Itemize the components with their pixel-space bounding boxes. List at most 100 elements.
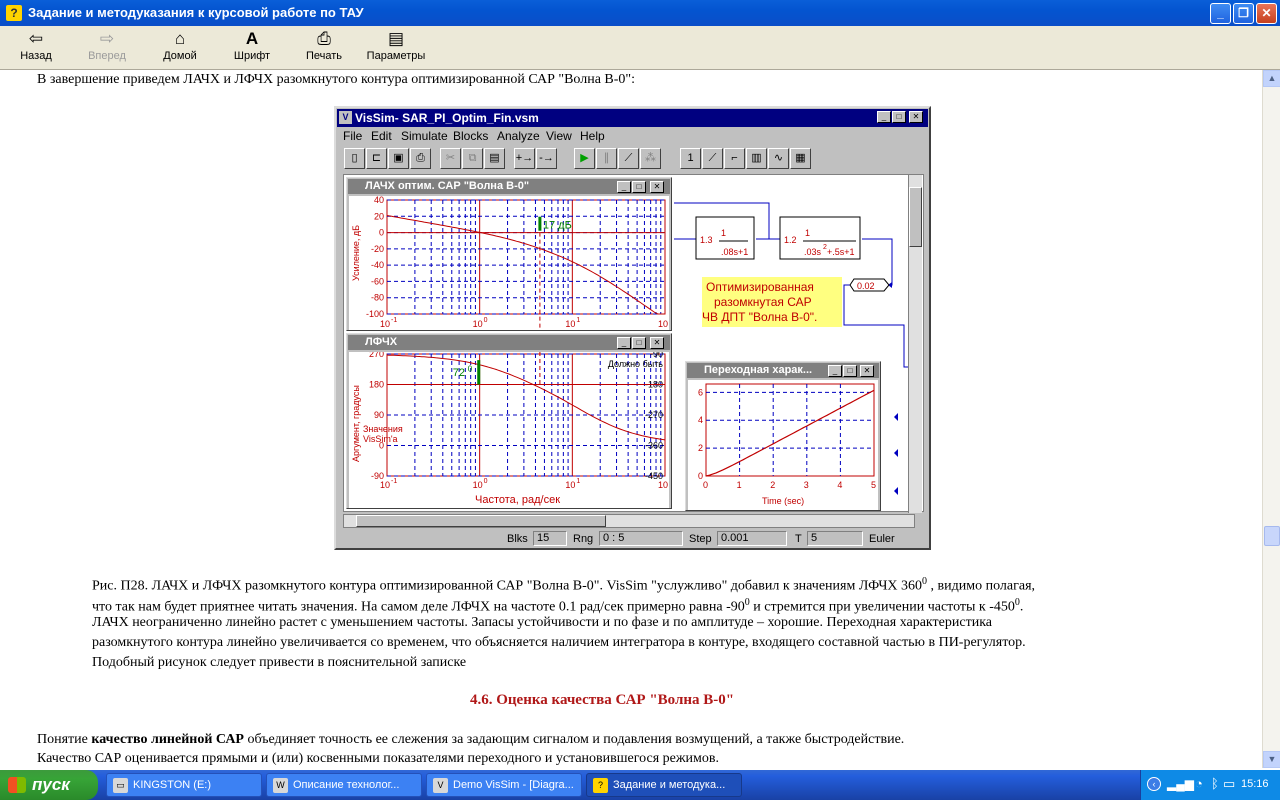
- content-scrollbar[interactable]: ▲ ▼: [1262, 70, 1280, 768]
- menu-simulate[interactable]: Simulate: [401, 129, 448, 143]
- monitor-icon[interactable]: ▭: [1223, 776, 1235, 792]
- open-folder-icon[interactable]: ⊏: [366, 148, 387, 169]
- close-button[interactable]: ✕: [1256, 3, 1277, 24]
- scroll-thumb[interactable]: [1264, 526, 1280, 546]
- phase-close-button[interactable]: ✕: [650, 337, 664, 349]
- diagram-note-line-2: разомкнутая САР: [714, 295, 812, 309]
- home-button[interactable]: ⌂ Домой: [148, 28, 212, 68]
- copy-icon[interactable]: ⧉: [462, 148, 483, 169]
- task-kingston[interactable]: ▭ KINGSTON (E:): [106, 773, 262, 797]
- figure-caption-line-5: Подобный рисунок следует привести в пояс…: [92, 655, 467, 670]
- mag-close-button[interactable]: ✕: [650, 181, 664, 193]
- vissim-minimize-button[interactable]: _: [877, 111, 891, 123]
- save-disk-icon[interactable]: ▣: [388, 148, 409, 169]
- cut-icon[interactable]: ✂: [440, 148, 461, 169]
- task-help[interactable]: ? Задание и методука...: [586, 773, 742, 797]
- step-close-button[interactable]: ✕: [860, 365, 874, 377]
- task-vissim[interactable]: V Demo VisSim - [Diagra...: [426, 773, 582, 797]
- task-description[interactable]: W Описание технолог...: [266, 773, 422, 797]
- intro-text: В завершение приведем ЛАЧХ и ЛФЧХ разомк…: [37, 72, 636, 87]
- paste-icon[interactable]: ▤: [484, 148, 505, 169]
- block-tf2-gain: 1.2: [784, 235, 797, 245]
- y-tick-label: 90: [374, 410, 384, 420]
- x-tick-label: 0: [703, 480, 708, 490]
- menu-file[interactable]: File: [343, 129, 362, 143]
- block-plot-icon[interactable]: ∿: [768, 148, 789, 169]
- step-icon[interactable]: ⟋: [618, 148, 639, 169]
- print-button[interactable]: ⎙ Печать: [292, 28, 356, 68]
- y-axis-label: Аргумент, градусы: [351, 385, 361, 462]
- y-tick-label: 180: [369, 380, 384, 390]
- forward-button[interactable]: ⇨ Вперед: [75, 28, 139, 68]
- add-connector-icon[interactable]: +→: [514, 148, 535, 169]
- x-tick-exponent: 1: [576, 478, 580, 485]
- taskbar: пуск ▭ KINGSTON (E:) W Описание технолог..…: [0, 770, 1280, 800]
- status-t-label: T: [795, 533, 802, 545]
- vissim-close-button[interactable]: ✕: [909, 111, 923, 123]
- mag-max-button[interactable]: □: [632, 181, 646, 193]
- task-help-label: Задание и методука...: [613, 779, 726, 791]
- y-tick-label: -60: [371, 276, 384, 286]
- block-tf1-gain: 1.3: [700, 235, 713, 245]
- step-max-button[interactable]: □: [843, 365, 857, 377]
- maximize-button[interactable]: ❐: [1233, 3, 1254, 24]
- font-label: Шрифт: [233, 50, 271, 62]
- right-tick-label: -360: [645, 441, 663, 451]
- tray-expand-icon[interactable]: ‹: [1147, 777, 1161, 791]
- menu-help[interactable]: Help: [580, 129, 605, 143]
- section-heading: 4.6. Оценка качества САР "Волна В-0": [470, 692, 735, 708]
- y-tick-label: 4: [698, 415, 703, 425]
- block-step-icon[interactable]: ⌐: [724, 148, 745, 169]
- run-simulation-icon[interactable]: ▶: [574, 148, 595, 169]
- gain-margin-label: 17 дБ: [543, 220, 572, 232]
- block-ramp-icon[interactable]: ⟋: [702, 148, 723, 169]
- bode-magnitude-window: ЛАЧХ оптим. САР "Волна В-0" _ □ ✕ 40 20 0-…: [346, 177, 672, 331]
- workspace-vscroll-thumb[interactable]: [909, 187, 922, 247]
- document-icon: W: [273, 778, 288, 793]
- block-table-icon[interactable]: ▦: [790, 148, 811, 169]
- block-const-icon[interactable]: 1: [680, 148, 701, 169]
- reset-icon[interactable]: ⁂: [640, 148, 661, 169]
- para1-bold: качество линейной САР: [91, 732, 244, 747]
- step-min-button[interactable]: _: [828, 365, 842, 377]
- mag-min-button[interactable]: _: [617, 181, 631, 193]
- block-meter-icon[interactable]: ▥: [746, 148, 767, 169]
- workspace-hscroll[interactable]: [343, 514, 915, 528]
- options-button[interactable]: ▤ Параметры: [364, 28, 428, 68]
- volume-icon[interactable]: ◔: [1195, 776, 1203, 791]
- phase-margin-sup: 0: [468, 365, 473, 374]
- font-button[interactable]: A Шрифт: [220, 28, 284, 68]
- print-icon[interactable]: ⎙: [410, 148, 431, 169]
- y-tick-label: -80: [371, 293, 384, 303]
- back-button[interactable]: ⇦ Назад: [4, 28, 68, 68]
- home-icon: ⌂: [174, 29, 186, 48]
- workspace-hscroll-thumb[interactable]: [356, 515, 606, 527]
- help-icon: ?: [593, 778, 608, 793]
- input-arrow-3: [894, 487, 898, 495]
- remove-connector-icon[interactable]: -→: [536, 148, 557, 169]
- scroll-down-arrow[interactable]: ▼: [1263, 751, 1280, 768]
- network-signal-icon[interactable]: ▂▄▆: [1167, 777, 1194, 791]
- scroll-up-arrow[interactable]: ▲: [1263, 70, 1280, 87]
- forward-label: Вперед: [88, 50, 126, 62]
- x-tick-label: 5: [871, 480, 876, 490]
- workspace-vscroll[interactable]: [908, 175, 922, 513]
- phase-max-button[interactable]: □: [632, 337, 646, 349]
- status-rng-value: 0 : 5: [599, 531, 683, 546]
- pause-icon[interactable]: ∥: [596, 148, 617, 169]
- y-tick-label: 40: [374, 196, 384, 205]
- menu-view[interactable]: View: [546, 129, 572, 143]
- minimize-button[interactable]: _: [1210, 3, 1231, 24]
- x-tick-label: 1: [737, 480, 742, 490]
- bluetooth-icon[interactable]: ᛒ: [1211, 776, 1219, 791]
- block-tf1-num: 1: [721, 228, 726, 238]
- vissim-maximize-button[interactable]: □: [892, 111, 906, 123]
- menu-edit[interactable]: Edit: [371, 129, 392, 143]
- start-button[interactable]: пуск: [0, 770, 98, 800]
- new-file-icon[interactable]: ▯: [344, 148, 365, 169]
- gain-margin-bar: [538, 216, 542, 231]
- para1-c: объединяет точность ее слежения за задаю…: [243, 732, 905, 747]
- menu-blocks[interactable]: Blocks: [453, 129, 488, 143]
- menu-analyze[interactable]: Analyze: [497, 129, 540, 143]
- phase-min-button[interactable]: _: [617, 337, 631, 349]
